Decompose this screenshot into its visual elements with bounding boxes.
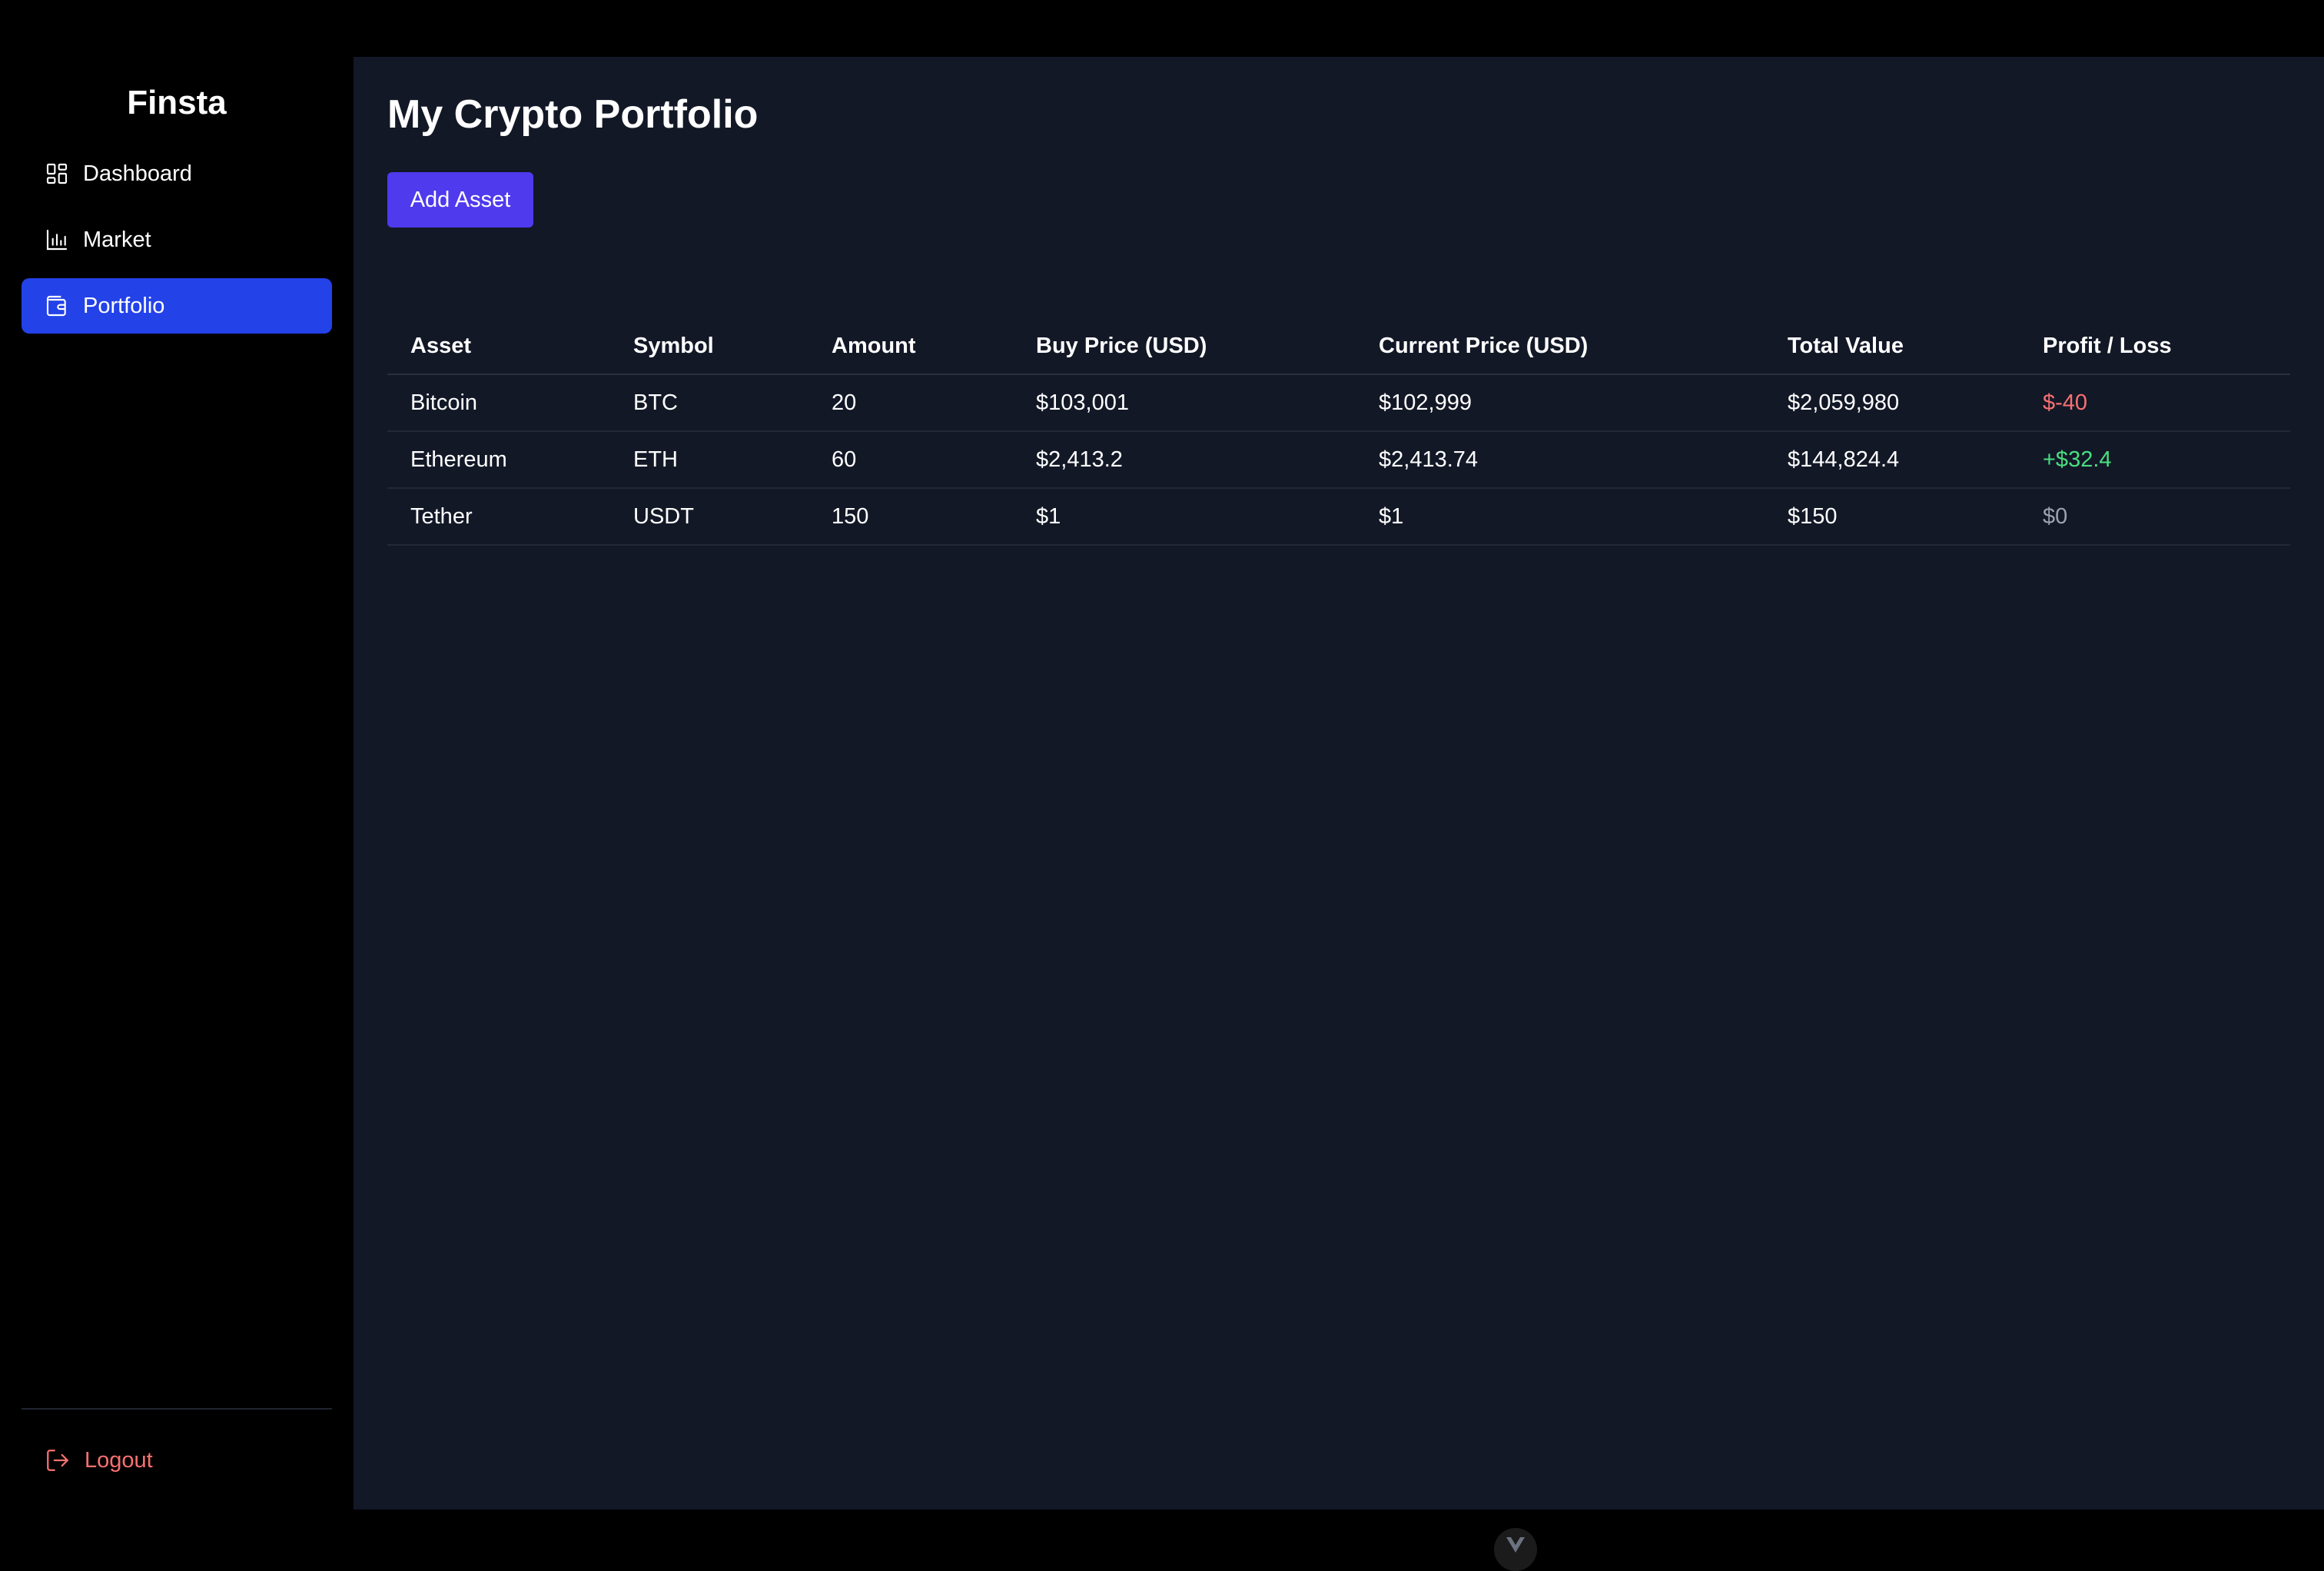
cell-buy-price: $2,413.2 <box>1013 431 1356 489</box>
cell-profit-loss: +$32.4 <box>2020 431 2290 489</box>
column-header-buy-price: Buy Price (USD) <box>1013 318 1356 375</box>
page-title: My Crypto Portfolio <box>387 92 759 137</box>
table-header-row: Asset Symbol Amount Buy Price (USD) Curr… <box>387 318 2290 375</box>
logout-icon <box>45 1447 71 1473</box>
cell-current-price: $1 <box>1356 488 1765 546</box>
table-header: Asset Symbol Amount Buy Price (USD) Curr… <box>387 318 2290 375</box>
table-row[interactable]: Tether USDT 150 $1 $1 $150 $0 <box>387 488 2290 546</box>
cell-total-value: $144,824.4 <box>1765 431 2020 489</box>
cell-total-value: $2,059,980 <box>1765 374 2020 432</box>
column-header-total-value: Total Value <box>1765 318 2020 375</box>
sidebar-item-market[interactable]: Market <box>22 212 332 267</box>
cell-current-price: $102,999 <box>1356 374 1765 432</box>
vue-logo-icon <box>1506 1537 1525 1553</box>
logout-label: Logout <box>85 1447 153 1473</box>
sidebar-item-portfolio[interactable]: Portfolio <box>22 278 332 334</box>
main-content: My Crypto Portfolio Add Asset Asset Symb… <box>354 57 2324 1571</box>
table-row[interactable]: Bitcoin BTC 20 $103,001 $102,999 $2,059,… <box>387 374 2290 432</box>
bar-chart-icon <box>45 228 69 252</box>
column-header-current-price: Current Price (USD) <box>1356 318 1765 375</box>
cell-asset: Bitcoin <box>387 374 610 432</box>
cell-profit-loss: $0 <box>2020 488 2290 546</box>
cell-buy-price: $1 <box>1013 488 1356 546</box>
column-header-profit-loss: Profit / Loss <box>2020 318 2290 375</box>
cell-buy-price: $103,001 <box>1013 374 1356 432</box>
sidebar-item-label: Market <box>83 227 151 252</box>
cell-amount: 150 <box>808 488 1013 546</box>
cell-amount: 20 <box>808 374 1013 432</box>
column-header-asset: Asset <box>387 318 610 375</box>
dashboard-grid-icon <box>45 161 69 186</box>
sidebar-item-label: Portfolio <box>83 293 165 318</box>
sidebar-item-dashboard[interactable]: Dashboard <box>22 146 332 201</box>
wallet-icon <box>45 294 69 318</box>
cell-asset: Ethereum <box>387 431 610 489</box>
logout-button[interactable]: Logout <box>22 1433 332 1488</box>
cell-profit-loss: $-40 <box>2020 374 2290 432</box>
sidebar: Finsta Dashboard Market Portfolio Logout <box>0 57 354 1510</box>
table-row[interactable]: Ethereum ETH 60 $2,413.2 $2,413.74 $144,… <box>387 431 2290 489</box>
sidebar-divider <box>22 1408 332 1410</box>
add-asset-button[interactable]: Add Asset <box>387 172 533 228</box>
sidebar-nav: Dashboard Market Portfolio <box>22 146 332 344</box>
cell-total-value: $150 <box>1765 488 2020 546</box>
column-header-symbol: Symbol <box>610 318 808 375</box>
app-root: Finsta Dashboard Market Portfolio Logout… <box>0 0 2324 1571</box>
column-header-amount: Amount <box>808 318 1013 375</box>
portfolio-table: Asset Symbol Amount Buy Price (USD) Curr… <box>387 318 2290 546</box>
cell-symbol: BTC <box>610 374 808 432</box>
cell-amount: 60 <box>808 431 1013 489</box>
vue-devtools-toggle[interactable] <box>1494 1528 1537 1571</box>
cell-current-price: $2,413.74 <box>1356 431 1765 489</box>
table-body: Bitcoin BTC 20 $103,001 $102,999 $2,059,… <box>387 374 2290 546</box>
cell-asset: Tether <box>387 488 610 546</box>
brand-logo: Finsta <box>127 84 227 121</box>
cell-symbol: USDT <box>610 488 808 546</box>
cell-symbol: ETH <box>610 431 808 489</box>
portfolio-table-container: Asset Symbol Amount Buy Price (USD) Curr… <box>387 318 2290 546</box>
sidebar-item-label: Dashboard <box>83 161 192 186</box>
